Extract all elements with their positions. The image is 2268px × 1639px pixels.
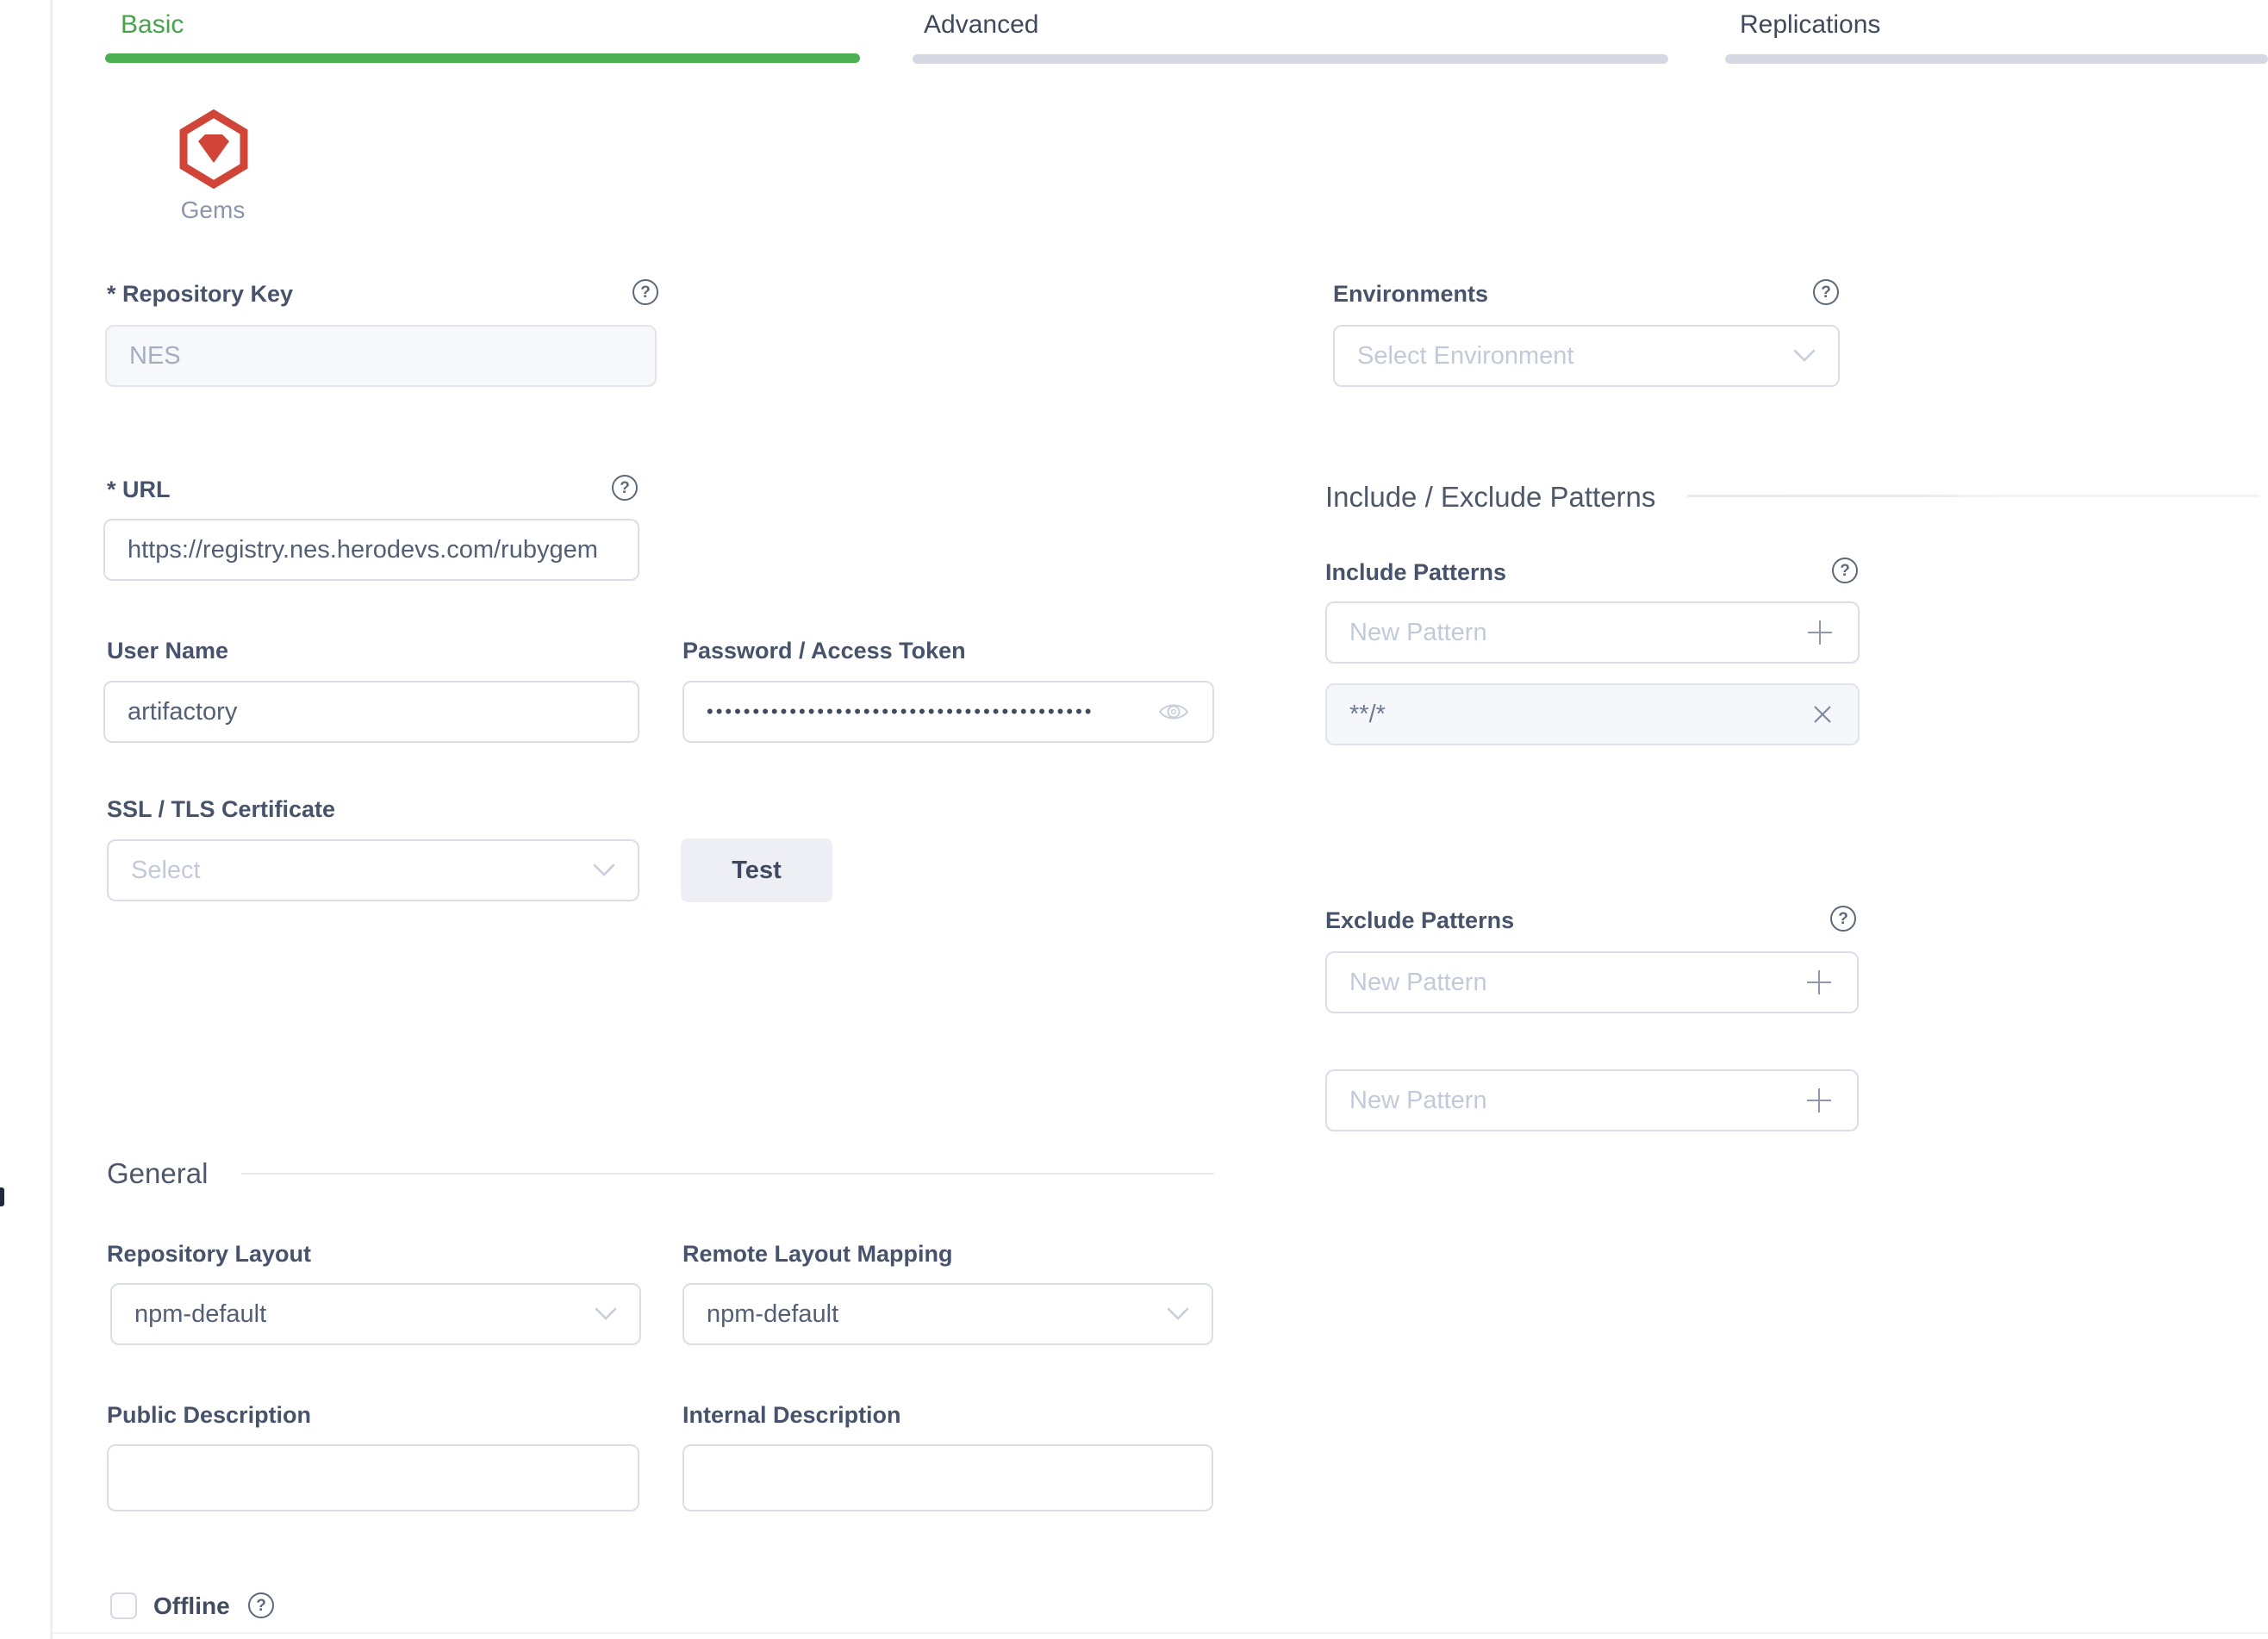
- offline-checkbox[interactable]: [110, 1592, 137, 1619]
- user-name-input[interactable]: [103, 681, 639, 743]
- exclude-pattern-new-field-2[interactable]: [1349, 1073, 1791, 1128]
- repository-key-input[interactable]: [105, 325, 657, 387]
- general-divider: [241, 1173, 1214, 1175]
- remote-layout-mapping-select[interactable]: npm-default: [682, 1283, 1213, 1345]
- add-pattern-icon[interactable]: [1804, 967, 1835, 998]
- public-description-label: Public Description: [107, 1402, 311, 1429]
- password-masked-value: ••••••••••••••••••••••••••••••••••••••••…: [707, 701, 1145, 723]
- include-pattern-new-input[interactable]: [1325, 601, 1860, 664]
- add-pattern-icon[interactable]: [1804, 1085, 1835, 1116]
- repository-layout-value: npm-default: [134, 1300, 583, 1329]
- public-description-textarea[interactable]: [107, 1444, 639, 1511]
- environments-select[interactable]: Select Environment: [1333, 325, 1840, 387]
- left-pane-divider: [50, 0, 53, 1639]
- chevron-down-icon: [595, 1307, 617, 1321]
- repository-key-label: * Repository Key: [107, 281, 293, 308]
- exclude-pattern-new-input-2[interactable]: [1325, 1069, 1859, 1131]
- offline-help-icon[interactable]: ?: [248, 1592, 274, 1618]
- ssl-certificate-select[interactable]: Select: [107, 839, 639, 901]
- bottom-divider: [52, 1632, 2268, 1634]
- remove-pattern-icon[interactable]: [1810, 701, 1835, 727]
- include-patterns-help-icon[interactable]: ?: [1832, 558, 1858, 583]
- repository-settings-page: Basic Advanced Replications Gems * Repos…: [0, 0, 2268, 1639]
- chevron-down-icon: [1793, 349, 1816, 363]
- tab-basic-underline: [105, 53, 860, 63]
- eye-icon[interactable]: [1157, 700, 1190, 724]
- remote-layout-mapping-label: Remote Layout Mapping: [682, 1241, 953, 1268]
- user-name-label: User Name: [107, 638, 228, 664]
- exclude-pattern-new-input-1[interactable]: [1325, 951, 1859, 1013]
- tab-advanced-underline: [913, 54, 1668, 64]
- exclude-patterns-label: Exclude Patterns: [1325, 907, 1514, 934]
- tab-advanced[interactable]: Advanced: [924, 10, 1038, 40]
- tab-replications-underline: [1725, 54, 2268, 64]
- chevron-down-icon: [593, 863, 615, 877]
- offline-label: Offline: [153, 1592, 230, 1620]
- add-pattern-icon[interactable]: [1804, 617, 1835, 648]
- url-help-icon[interactable]: ?: [612, 475, 638, 501]
- include-pattern-new-field[interactable]: [1349, 605, 1792, 660]
- left-edge-marker: [0, 1187, 4, 1206]
- repository-layout-select[interactable]: npm-default: [110, 1283, 641, 1345]
- repository-layout-label: Repository Layout: [107, 1241, 311, 1268]
- exclude-pattern-new-field-1[interactable]: [1349, 955, 1791, 1010]
- environments-help-icon[interactable]: ?: [1813, 279, 1839, 305]
- tab-replications[interactable]: Replications: [1740, 10, 1880, 40]
- exclude-patterns-help-icon[interactable]: ?: [1830, 906, 1856, 932]
- url-input[interactable]: [103, 519, 639, 581]
- include-pattern-entry-value: **/*: [1349, 701, 1798, 729]
- ssl-certificate-placeholder: Select: [131, 857, 581, 885]
- include-exclude-divider: [1687, 495, 2259, 497]
- environments-label: Environments: [1333, 281, 1488, 308]
- internal-description-label: Internal Description: [682, 1402, 901, 1429]
- include-pattern-entry: **/*: [1325, 683, 1860, 745]
- ssl-certificate-label: SSL / TLS Certificate: [107, 796, 335, 823]
- remote-layout-mapping-value: npm-default: [707, 1300, 1155, 1329]
- include-patterns-label: Include Patterns: [1325, 559, 1506, 586]
- test-button[interactable]: Test: [681, 838, 832, 902]
- gems-label: Gems: [157, 196, 269, 224]
- url-label: * URL: [107, 477, 171, 503]
- gems-icon: [179, 109, 248, 189]
- password-label: Password / Access Token: [682, 638, 966, 664]
- include-exclude-section-title: Include / Exclude Patterns: [1325, 481, 1655, 514]
- tab-basic[interactable]: Basic: [121, 10, 184, 40]
- environments-placeholder: Select Environment: [1357, 342, 1781, 371]
- internal-description-textarea[interactable]: [682, 1444, 1213, 1511]
- password-input[interactable]: ••••••••••••••••••••••••••••••••••••••••…: [682, 681, 1214, 743]
- chevron-down-icon: [1167, 1307, 1189, 1321]
- repository-key-help-icon[interactable]: ?: [632, 279, 658, 305]
- general-section-title: General: [107, 1157, 208, 1190]
